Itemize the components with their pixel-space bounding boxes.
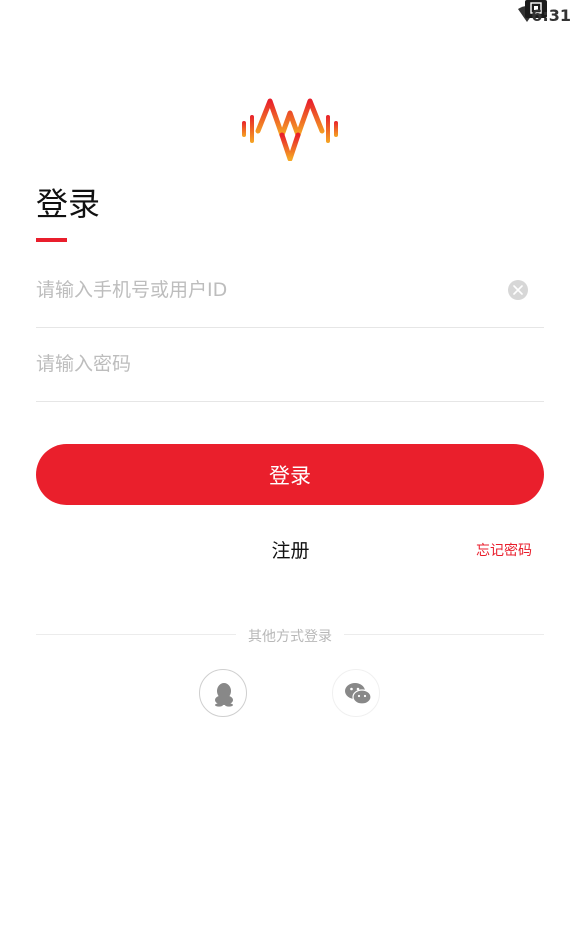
- qq-icon: [215, 683, 233, 707]
- status-time: 6:31: [531, 6, 571, 25]
- register-link[interactable]: 注册: [271, 540, 309, 562]
- status-bar: 6:31: [0, 0, 581, 30]
- password-field: [36, 328, 544, 402]
- forgot-password-link[interactable]: 忘记密码: [476, 540, 532, 560]
- qq-login-button[interactable]: [199, 669, 247, 717]
- wechat-login-button[interactable]: [332, 669, 380, 717]
- wechat-icon: [345, 683, 372, 705]
- divider-right: [344, 634, 544, 635]
- login-button[interactable]: 登录: [36, 444, 544, 505]
- divider-left: [36, 634, 236, 635]
- phone-field: [36, 254, 544, 328]
- title-underline: [36, 238, 67, 242]
- clear-icon[interactable]: [508, 280, 528, 300]
- other-methods-label: 其他方式登录: [248, 629, 332, 645]
- page-title: 登录: [36, 185, 101, 223]
- app-logo: [242, 98, 338, 161]
- phone-input[interactable]: [36, 254, 496, 326]
- password-input[interactable]: [36, 328, 496, 400]
